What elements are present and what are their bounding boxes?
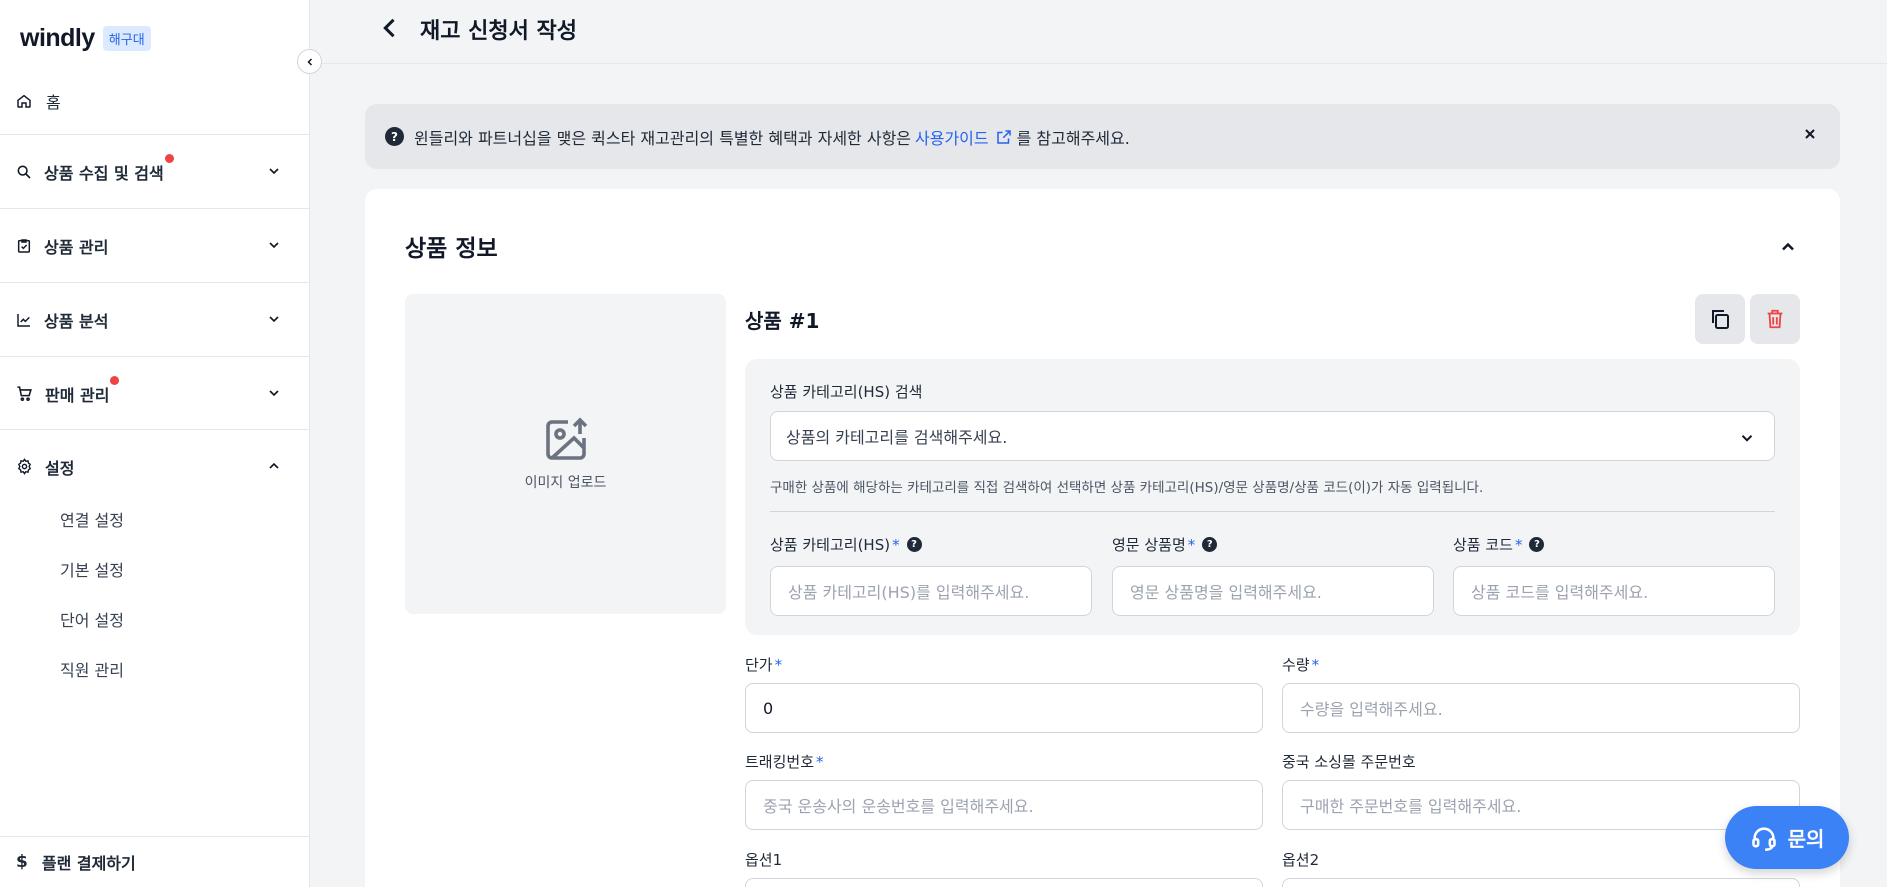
hs-category-label: 상품 카테고리(HS) * ? bbox=[770, 534, 922, 555]
product-code-label: 상품 코드 * ? bbox=[1453, 534, 1545, 555]
close-icon bbox=[1805, 129, 1815, 139]
copy-icon bbox=[1712, 310, 1729, 329]
dollar-icon: $ bbox=[16, 852, 28, 872]
close-notice-button[interactable] bbox=[1802, 126, 1818, 146]
search-icon bbox=[17, 165, 31, 179]
chevron-up-icon bbox=[269, 462, 279, 469]
hs-category-search-select[interactable]: 상품의 카테고리를 검색해주세요. bbox=[770, 411, 1775, 461]
sidebar-item-product-analysis[interactable]: 상품 분석 bbox=[0, 282, 310, 356]
order-number-input[interactable]: 구매한 주문번호를 입력해주세요. bbox=[1282, 780, 1800, 830]
quantity-input[interactable]: 수량을 입력해주세요. bbox=[1282, 683, 1800, 733]
product-title: 상품 #1 bbox=[745, 309, 820, 333]
brand: windly 해구대 bbox=[20, 24, 151, 53]
quantity-label: 수량 * bbox=[1282, 655, 1320, 675]
product-code-input[interactable]: 상품 코드를 입력해주세요. bbox=[1453, 566, 1775, 616]
option2-label: 옵션2 bbox=[1282, 851, 1320, 869]
english-name-input[interactable]: 영문 상품명을 입력해주세요. bbox=[1112, 566, 1434, 616]
chevron-down-icon bbox=[1741, 435, 1753, 442]
sidebar-item-product-management[interactable]: 상품 관리 bbox=[0, 208, 310, 282]
hs-category-input[interactable]: 상품 카테고리(HS)를 입력해주세요. bbox=[770, 566, 1092, 616]
hs-search-hint: 구매한 상품에 해당하는 카테고리를 직접 검색하여 선택하면 상품 카테고리(… bbox=[770, 480, 1484, 496]
option2-input[interactable] bbox=[1282, 878, 1800, 887]
sidebar-collapse-button[interactable] bbox=[297, 49, 322, 74]
help-icon[interactable]: ? bbox=[906, 537, 922, 552]
image-upload-icon bbox=[545, 417, 587, 460]
region-badge: 해구대 bbox=[102, 26, 151, 51]
notification-dot bbox=[164, 153, 174, 163]
sidebar: windly 해구대 홈 상품 수집 및 검색 상품 관리 상품 분석 판매 관… bbox=[0, 0, 310, 887]
upload-label: 이미지 업로드 bbox=[524, 475, 607, 491]
divider bbox=[770, 511, 1775, 512]
clipboard-check-icon bbox=[17, 238, 31, 253]
sidebar-item-label: 상품 분석 bbox=[44, 311, 109, 331]
copy-product-button[interactable] bbox=[1695, 294, 1745, 344]
sidebar-item-sales-management[interactable]: 판매 관리 bbox=[0, 356, 310, 430]
help-icon[interactable]: ? bbox=[1529, 537, 1545, 552]
trash-icon bbox=[1767, 309, 1783, 329]
select-placeholder: 상품의 카테고리를 검색해주세요. bbox=[786, 428, 1008, 447]
back-button[interactable] bbox=[376, 14, 404, 46]
sidebar-item-product-search[interactable]: 상품 수집 및 검색 bbox=[0, 134, 310, 208]
tracking-number-label: 트래킹번호 * bbox=[745, 752, 824, 772]
inquiry-chat-button[interactable]: 문의 bbox=[1725, 806, 1849, 869]
external-link-icon bbox=[996, 129, 1011, 144]
sidebar-subitem-basic-settings[interactable]: 기본 설정 bbox=[60, 557, 124, 581]
sidebar-item-home[interactable]: 홈 bbox=[16, 86, 61, 116]
chevron-down-icon bbox=[269, 390, 279, 397]
sidebar-item-label: 홈 bbox=[46, 93, 61, 112]
sidebar-item-label: 상품 수집 및 검색 bbox=[44, 153, 174, 184]
tracking-number-input[interactable]: 중국 운송사의 운송번호를 입력해주세요. bbox=[745, 780, 1263, 830]
sidebar-item-settings[interactable]: 설정 bbox=[0, 429, 310, 503]
sidebar-item-label: 판매 관리 bbox=[45, 375, 120, 406]
chevron-up-icon bbox=[1782, 242, 1794, 251]
sidebar-subitem-word-settings[interactable]: 단어 설정 bbox=[60, 607, 124, 631]
notice-text: 윈들리와 파트너십을 맺은 퀵스타 재고관리의 특별한 혜택과 자세한 사항은 bbox=[414, 128, 912, 148]
sidebar-subitem-connection-settings[interactable]: 연결 설정 bbox=[60, 507, 124, 531]
home-icon bbox=[17, 94, 31, 108]
unit-price-input[interactable]: 0 bbox=[745, 683, 1263, 733]
logo[interactable]: windly bbox=[20, 24, 95, 53]
help-icon[interactable]: ? bbox=[1202, 537, 1218, 552]
product-info-card: 상품 정보 이미지 업로드 상품 #1 상품 카테고리(HS) 검색 상품의 카… bbox=[365, 189, 1840, 887]
sidebar-subitem-staff-management[interactable]: 직원 관리 bbox=[60, 657, 124, 681]
chat-label: 문의 bbox=[1787, 827, 1825, 851]
cart-icon bbox=[17, 386, 32, 402]
plan-label: 플랜 결제하기 bbox=[41, 854, 136, 873]
notice-banner: ? 윈들리와 파트너십을 맺은 퀵스타 재고관리의 특별한 혜택과 자세한 사항… bbox=[365, 104, 1840, 169]
section-title: 상품 정보 bbox=[405, 236, 498, 262]
unit-price-label: 단가 * bbox=[745, 655, 783, 675]
chevron-down-icon bbox=[269, 168, 279, 175]
notification-dot bbox=[110, 375, 120, 385]
notice-text-end: 를 참고해주세요. bbox=[1016, 128, 1130, 148]
order-number-label: 중국 소싱몰 주문번호 bbox=[1282, 753, 1416, 771]
hs-search-label: 상품 카테고리(HS) 검색 bbox=[770, 383, 923, 401]
option1-label: 옵션1 bbox=[745, 851, 783, 869]
sidebar-item-label: 설정 bbox=[45, 458, 75, 478]
page-header: 재고 신청서 작성 bbox=[310, 0, 1887, 64]
chevron-down-icon bbox=[269, 242, 279, 249]
sidebar-item-label: 상품 관리 bbox=[44, 237, 109, 257]
chevron-down-icon bbox=[269, 316, 279, 323]
collapse-section-button[interactable] bbox=[1778, 237, 1798, 261]
arrow-left-icon bbox=[383, 18, 395, 38]
image-upload[interactable]: 이미지 업로드 bbox=[405, 294, 726, 614]
headset-icon bbox=[1751, 826, 1776, 851]
page-title: 재고 신청서 작성 bbox=[420, 19, 577, 44]
option1-input[interactable] bbox=[745, 878, 1263, 887]
plan-payment-link[interactable]: $ 플랜 결제하기 bbox=[0, 836, 310, 887]
chevron-left-icon bbox=[306, 57, 312, 66]
question-icon: ? bbox=[385, 127, 404, 146]
delete-product-button[interactable] bbox=[1750, 294, 1800, 344]
chart-line-icon bbox=[17, 313, 30, 327]
hs-category-panel: 상품 카테고리(HS) 검색 상품의 카테고리를 검색해주세요. 구매한 상품에… bbox=[745, 359, 1800, 635]
gear-icon bbox=[17, 458, 32, 475]
user-guide-link[interactable]: 사용가이드 bbox=[915, 125, 1013, 149]
english-name-label: 영문 상품명 * ? bbox=[1112, 534, 1218, 555]
